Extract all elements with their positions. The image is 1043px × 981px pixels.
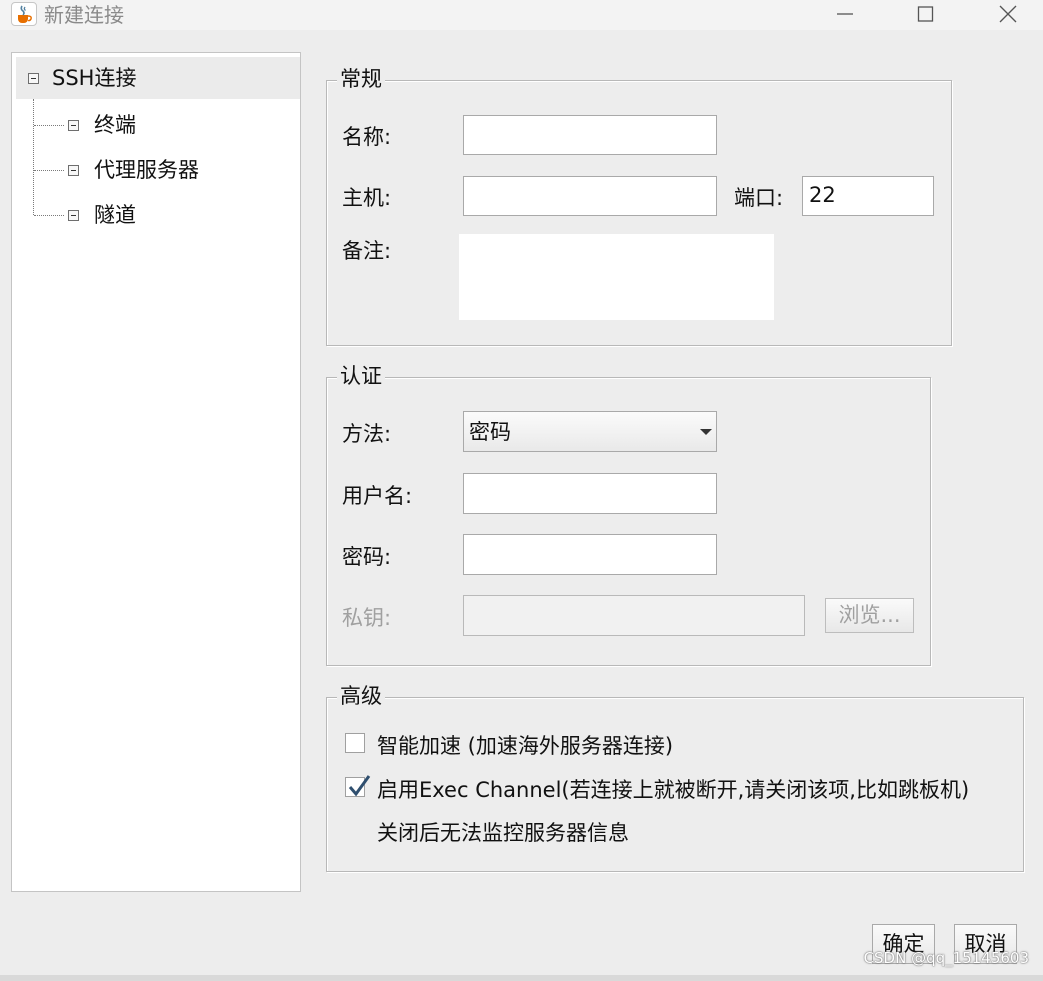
browse-button[interactable]: 浏览... [825,598,914,633]
tree-root-label: SSH连接 [52,66,137,90]
private-key-label: 私钥: [342,606,392,630]
username-label: 用户名: [342,484,413,508]
checkmark-icon [348,775,371,797]
exec-channel-checkbox[interactable] [345,775,371,797]
advanced-group-title: 高级 [337,682,385,710]
tree-root-ssh[interactable]: SSH连接 [16,57,300,99]
minimize-icon [837,13,853,15]
close-button[interactable] [985,0,1031,30]
watermark-text: CSDN @qq_15145603 [863,949,1029,967]
tree-connector [33,99,34,215]
auth-group: 认证 方法: 密码 用户名: 密码: 私钥: 浏览... [326,362,931,666]
collapse-icon[interactable] [28,73,39,84]
title-bar: 新建连接 [0,0,1043,30]
collapse-icon[interactable] [68,165,79,176]
general-group: 常规 名称: 主机: 端口: 22 备注: [326,65,952,346]
minimize-button[interactable] [822,0,868,30]
smart-accel-label: 智能加速 (加速海外服务器连接) [377,734,674,758]
tree-connector [34,170,64,171]
settings-tree: SSH连接 终端 代理服务器 隧道 [11,52,301,892]
dropdown-arrow-icon [700,429,712,435]
password-label: 密码: [342,545,392,569]
method-select-value: 密码 [469,420,511,444]
host-label: 主机: [342,186,392,210]
close-icon [999,5,1017,23]
tree-item-tunnel[interactable]: 隧道 [66,200,286,230]
maximize-icon [917,6,934,22]
collapse-icon[interactable] [68,120,79,131]
port-field[interactable]: 22 [802,176,934,216]
smart-accel-checkbox[interactable] [345,733,365,753]
note-label: 备注: [342,239,392,263]
note-textarea[interactable] [459,234,774,320]
window-bottom-edge [0,975,1043,981]
tree-item-proxy[interactable]: 代理服务器 [66,155,286,185]
name-field[interactable] [463,115,717,155]
port-label: 端口: [734,186,784,210]
new-connection-dialog: 新建连接 SSH连接 终端 代理服务器 隧道 常规 名称: 主机: 端口: 22… [0,0,1043,975]
host-field[interactable] [463,176,717,216]
exec-channel-note: 关闭后无法监控服务器信息 [377,821,629,845]
general-group-title: 常规 [337,65,385,93]
name-label: 名称: [342,125,392,149]
java-cup-icon [11,2,37,26]
method-select[interactable]: 密码 [463,411,717,452]
auth-group-title: 认证 [337,362,385,390]
advanced-group: 高级 智能加速 (加速海外服务器连接) 启用Exec Channel(若连接上就… [326,682,1024,872]
window-title: 新建连接 [44,3,124,27]
password-field[interactable] [463,534,717,575]
tree-item-terminal[interactable]: 终端 [66,110,286,140]
maximize-button[interactable] [903,0,949,30]
username-field[interactable] [463,473,717,514]
collapse-icon[interactable] [68,210,79,221]
exec-channel-label: 启用Exec Channel(若连接上就被断开,请关闭该项,比如跳板机) [377,778,970,802]
tree-item-label: 代理服务器 [94,158,199,182]
method-label: 方法: [342,422,392,446]
tree-item-label: 终端 [94,113,136,137]
tree-item-label: 隧道 [94,203,136,227]
private-key-field[interactable] [463,595,805,636]
tree-connector [34,125,64,126]
tree-connector [34,215,64,216]
